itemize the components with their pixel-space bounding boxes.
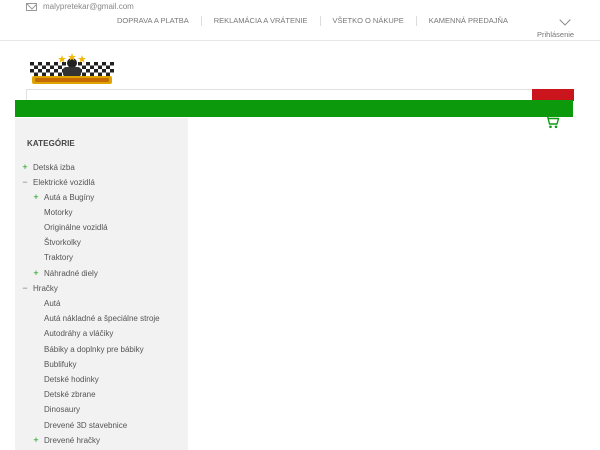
category-item[interactable]: Originálne vozidlá xyxy=(44,223,108,232)
category-item[interactable]: + Detská izba xyxy=(22,162,75,172)
category-label: Traktory xyxy=(44,253,74,262)
top-bar: malypretekar@gmail.com DOPRAVA A PLATBA … xyxy=(0,0,600,41)
category-label: Detské zbrane xyxy=(44,390,96,399)
top-navigation: DOPRAVA A PLATBA REKLAMÁCIA A VRÁTENIE V… xyxy=(105,16,520,26)
expand-icon[interactable]: + xyxy=(32,192,40,202)
category-label: Originálne vozidlá xyxy=(44,223,108,232)
category-label: Dinosaury xyxy=(44,405,81,414)
email-text: malypretekar@gmail.com xyxy=(43,2,134,11)
category-item[interactable]: Autá xyxy=(44,299,60,308)
category-label: Detská izba xyxy=(33,163,75,172)
collapse-icon[interactable]: − xyxy=(21,177,29,187)
collapse-icon[interactable]: − xyxy=(21,283,29,293)
category-item[interactable]: − Elektrické vozidlá xyxy=(22,177,95,187)
category-item[interactable]: Štvorkolky xyxy=(44,238,81,247)
category-item[interactable]: + Drevené hračky xyxy=(33,435,101,445)
category-label: Motorky xyxy=(44,208,73,217)
nav-reklamacia-a-vratenie[interactable]: REKLAMÁCIA A VRÁTENIE xyxy=(202,16,321,26)
category-label: Drevené 3D stavebnice xyxy=(44,421,128,430)
category-item[interactable]: Bábiky a doplnky pre bábiky xyxy=(44,345,144,354)
category-item[interactable]: Dinosaury xyxy=(44,405,80,414)
category-label: Autá a Bugíny xyxy=(44,193,95,202)
nav-doprava-a-platba[interactable]: DOPRAVA A PLATBA xyxy=(105,16,202,26)
category-item[interactable]: − Hračky xyxy=(22,283,58,293)
cart-icon[interactable] xyxy=(544,115,560,129)
nav-kamenna-predajna[interactable]: KAMENNÁ PREDAJŇA xyxy=(417,16,520,26)
category-item[interactable]: Autodráhy a vláčiky xyxy=(44,329,113,338)
category-item[interactable]: + Náhradné diely xyxy=(33,268,98,278)
checkered-flag-left xyxy=(30,62,66,76)
checkered-flag-right xyxy=(78,62,114,76)
contact-email[interactable]: malypretekar@gmail.com xyxy=(26,2,134,11)
expand-icon[interactable]: + xyxy=(21,162,29,172)
racer-figure xyxy=(63,58,81,77)
main-menu-bar xyxy=(15,100,573,117)
category-label: Autodráhy a vláčiky xyxy=(44,329,114,338)
category-item[interactable]: Detské zbrane xyxy=(44,390,96,399)
category-label: Detské hodinky xyxy=(44,375,99,384)
category-item[interactable]: Drevené 3D stavebnice xyxy=(44,421,127,430)
category-sidebar: KATEGÓRIE + Detská izba − Elektrické voz… xyxy=(15,118,188,450)
category-item[interactable]: Motorky xyxy=(44,208,72,217)
category-item[interactable]: + Autá a Bugíny xyxy=(33,192,95,202)
category-label: Náhradné diely xyxy=(44,269,98,278)
expand-icon[interactable]: + xyxy=(32,435,40,445)
category-label: Hračky xyxy=(33,284,58,293)
category-label: Bublifuky xyxy=(44,360,77,369)
login-link[interactable]: Prihlásenie xyxy=(537,30,574,39)
expand-icon[interactable]: + xyxy=(32,268,40,278)
sidebar-title: KATEGÓRIE xyxy=(27,139,75,148)
category-item[interactable]: Bublifuky xyxy=(44,360,76,369)
mail-icon xyxy=(26,2,37,11)
category-item[interactable]: Traktory xyxy=(44,253,73,262)
category-label: Elektrické vozidlá xyxy=(33,178,95,187)
logo-image[interactable] xyxy=(29,53,115,85)
category-label: Bábiky a doplnky pre bábiky xyxy=(44,345,144,354)
category-label: Autá xyxy=(44,299,61,308)
category-label: Autá nákladné a špeciálne stroje xyxy=(44,314,160,323)
chevron-down-icon[interactable] xyxy=(559,14,571,26)
category-label: Drevené hračky xyxy=(44,436,101,445)
nav-vsetko-o-nakupe[interactable]: VŠETKO O NÁKUPE xyxy=(321,16,417,26)
category-item[interactable]: Autá nákladné a špeciálne stroje xyxy=(44,314,160,323)
category-item[interactable]: Detské hodinky xyxy=(44,375,99,384)
category-label: Štvorkolky xyxy=(44,238,81,247)
